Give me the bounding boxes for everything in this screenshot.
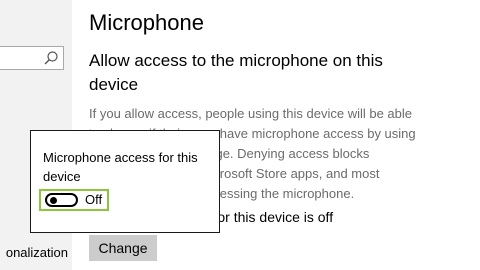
microphone-access-toggle[interactable] — [45, 193, 78, 207]
dialog-label: Microphone access for this device — [43, 150, 198, 184]
search-input[interactable] — [0, 46, 64, 70]
sidebar-item-personalization[interactable]: onalization — [0, 244, 72, 264]
toggle-state-label: Off — [85, 192, 103, 207]
toggle-highlight: Off — [39, 189, 109, 211]
microphone-access-dialog: Microphone access for this device Off — [30, 130, 220, 233]
search-icon[interactable] — [43, 50, 59, 66]
page-title: Microphone — [89, 10, 204, 35]
change-button[interactable]: Change — [89, 235, 157, 261]
toggle-knob — [50, 197, 57, 204]
section-heading: Allow access to the microphone on this d… — [89, 51, 383, 94]
sidebar-item-label: onalization — [5, 245, 68, 260]
